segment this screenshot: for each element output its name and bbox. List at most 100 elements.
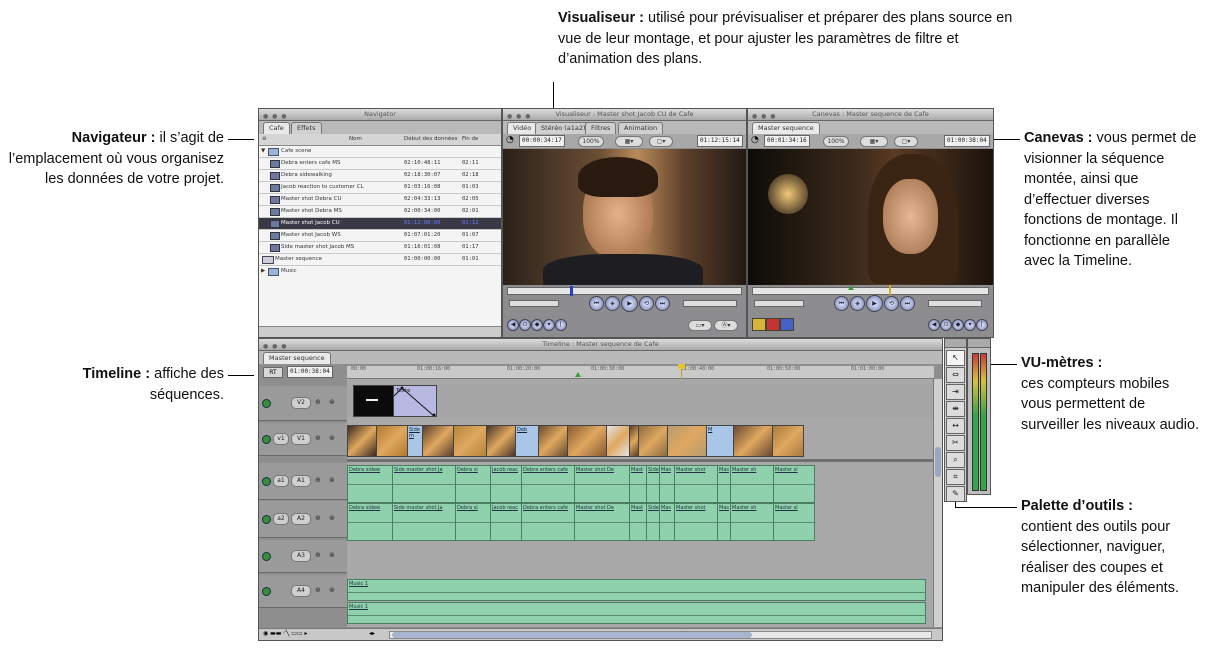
zoom-icon[interactable]: ⌕ [946, 452, 965, 468]
clip-row[interactable]: Side master shot Jacob MS 01:16:01:08 01:1… [259, 242, 501, 254]
lock-icon[interactable]: ⊕ [315, 398, 321, 406]
mark-in-icon[interactable]: ⌈ [976, 319, 988, 331]
audio-clip[interactable]: Mast [629, 503, 647, 541]
lock-icon[interactable]: ⊕ [315, 434, 321, 442]
lock-icon[interactable]: ⊕ [315, 551, 321, 559]
lock-icon[interactable]: ⊕ [315, 586, 321, 594]
vertical-scroll-thumb[interactable] [935, 447, 941, 477]
tab-cafe[interactable]: Cafe [263, 122, 290, 134]
tab-video[interactable]: Vidéo [507, 122, 538, 134]
destination-track-control[interactable]: A4 [291, 585, 311, 597]
slip-icon[interactable]: ↔ [946, 418, 965, 434]
track-visibility-icon[interactable] [262, 515, 271, 524]
audio-clip[interactable]: Mas [659, 465, 675, 503]
audio-clip[interactable]: Mas [659, 503, 675, 541]
auto-select-icon[interactable]: ⊗ [329, 514, 335, 522]
canvas-jog[interactable] [928, 300, 982, 307]
play-around-button[interactable]: ⟲ [639, 296, 654, 311]
column-end[interactable]: Fin de [462, 134, 478, 145]
audio-clip[interactable]: Debra sidew [347, 465, 393, 503]
clip-row[interactable]: Master shot Debra MS 02:00:34:00 02:01 [259, 206, 501, 218]
track-visibility-icon[interactable] [262, 552, 271, 561]
source-track-control[interactable]: a1 [273, 475, 289, 487]
tab-effets[interactable]: Effets [291, 122, 322, 134]
razor-icon[interactable]: ✂ [946, 435, 965, 451]
source-track-control[interactable]: v1 [273, 433, 289, 445]
audio-clip[interactable]: Master sl [773, 465, 815, 503]
audio-clip[interactable]: Mas [717, 503, 731, 541]
auto-select-icon[interactable]: ⊗ [329, 398, 335, 406]
destination-track-control[interactable]: V1 [291, 433, 311, 445]
audio-meters-title-bar[interactable] [968, 339, 990, 348]
lock-icon[interactable]: ⊕ [315, 476, 321, 484]
roll-icon[interactable]: ⇼ [946, 401, 965, 417]
audio-clip[interactable]: Side master shot Ja [392, 465, 456, 503]
add-keyframe-icon[interactable]: ◆ [952, 319, 964, 331]
browser-title-bar[interactable]: ● ● ● Navigator [259, 109, 501, 121]
track-height-control[interactable]: ◉ ▬▬ ◜╲ ▭▭ ▸ [263, 630, 308, 637]
audio-clip[interactable]: Jacob reac [490, 465, 522, 503]
tab-animation[interactable]: Animation [618, 122, 664, 134]
sequence-row[interactable]: Master sequence 01:00:00:00 01:01 [259, 254, 501, 266]
v1-video-clip[interactable] [772, 425, 804, 457]
match-frame-icon[interactable]: ◀ [507, 319, 519, 331]
viewer-playhead[interactable] [570, 286, 573, 296]
destination-track-control[interactable]: A3 [291, 550, 311, 562]
track-visibility-icon[interactable] [262, 399, 271, 408]
v1-video-clip[interactable]: Deb [515, 425, 539, 457]
add-keyframe-icon[interactable]: ◆ [531, 319, 543, 331]
add-marker-icon[interactable]: ▾ [543, 319, 555, 331]
tab-filtres[interactable]: Filtres [585, 122, 617, 134]
bin-folder-row[interactable]: ▼ Cafe scene [259, 146, 501, 158]
v1-video-clip[interactable] [422, 425, 454, 457]
audio-clip[interactable]: Mast [629, 465, 647, 503]
tab-master-sequence[interactable]: Master sequence [752, 122, 820, 134]
timeline-vertical-scrollbar[interactable] [933, 379, 942, 627]
bin-view-icon[interactable]: ⊖ [262, 134, 267, 145]
viewer-jog[interactable] [683, 300, 737, 307]
play-in-out-button[interactable]: ◈ [605, 296, 620, 311]
source-track-control[interactable]: a2 [273, 513, 289, 525]
v1-video-clip[interactable]: Side m [407, 425, 423, 457]
audio-clip[interactable]: Side [646, 465, 660, 503]
track-visibility-icon[interactable] [262, 587, 271, 596]
v1-video-clip[interactable] [733, 425, 773, 457]
music-bin-row[interactable]: ▶ Music [259, 266, 501, 277]
generator-popup[interactable]: Ⓐ▾ [714, 320, 738, 331]
audio-clip[interactable]: Side [646, 503, 660, 541]
viewer-play-button[interactable]: ▶ [621, 295, 638, 312]
audio-clip[interactable]: Master sl [773, 503, 815, 541]
auto-select-icon[interactable]: ⊗ [329, 551, 335, 559]
v1-video-clip[interactable] [567, 425, 607, 457]
canvas-duration-timecode[interactable]: 00:01:34:16 [764, 135, 810, 147]
audio-clip[interactable]: Master sh [730, 503, 774, 541]
rt-popup[interactable]: RT [263, 367, 283, 378]
disclosure-triangle-icon[interactable]: ▶ [261, 266, 265, 277]
audio-clip[interactable]: Debra si [455, 503, 491, 541]
viewer-title-bar[interactable]: ● ● ● Visualiseur : Master shot Jacob CU… [503, 109, 746, 121]
track-visibility-icon[interactable] [262, 435, 271, 444]
auto-select-icon[interactable]: ⊗ [329, 586, 335, 594]
timeline-horizontal-scrollbar[interactable] [389, 631, 932, 639]
canvas-shuttle[interactable] [754, 300, 804, 307]
canvas-in-marker[interactable] [848, 285, 854, 290]
insert-edit-button[interactable] [752, 318, 766, 331]
track-visibility-icon[interactable] [262, 477, 271, 486]
audio-clip[interactable]: Master shot De [574, 465, 630, 503]
opacity-keyframe-line[interactable] [394, 386, 436, 416]
track-select-icon[interactable]: ⇥ [946, 384, 965, 400]
viewer-duration-timecode[interactable]: 00:00:34:17 [519, 135, 565, 147]
edit-select-icon[interactable]: ⇔ [946, 367, 965, 383]
viewer-scrubber[interactable] [507, 286, 742, 296]
viewer-current-timecode[interactable]: 01:12:15:14 [697, 135, 743, 147]
audio-clip[interactable]: Master shot [674, 465, 718, 503]
canvas-view-popup[interactable]: ▦▾ [860, 136, 888, 147]
viewer-view-popup[interactable]: ▦▾ [615, 136, 643, 147]
play-in-out-button[interactable]: ◈ [850, 296, 865, 311]
canvas-scrubber[interactable] [752, 285, 989, 295]
clip-row[interactable]: Debra enters cafe MS 02:10:48:11 02:11 [259, 158, 501, 170]
replace-edit-button[interactable] [780, 318, 794, 331]
audio-clip[interactable]: Debra enters cafe [521, 503, 575, 541]
destination-track-control[interactable]: A1 [291, 475, 311, 487]
clip-row[interactable]: Debra sidewalking 02:18:30:07 02:18 [259, 170, 501, 182]
